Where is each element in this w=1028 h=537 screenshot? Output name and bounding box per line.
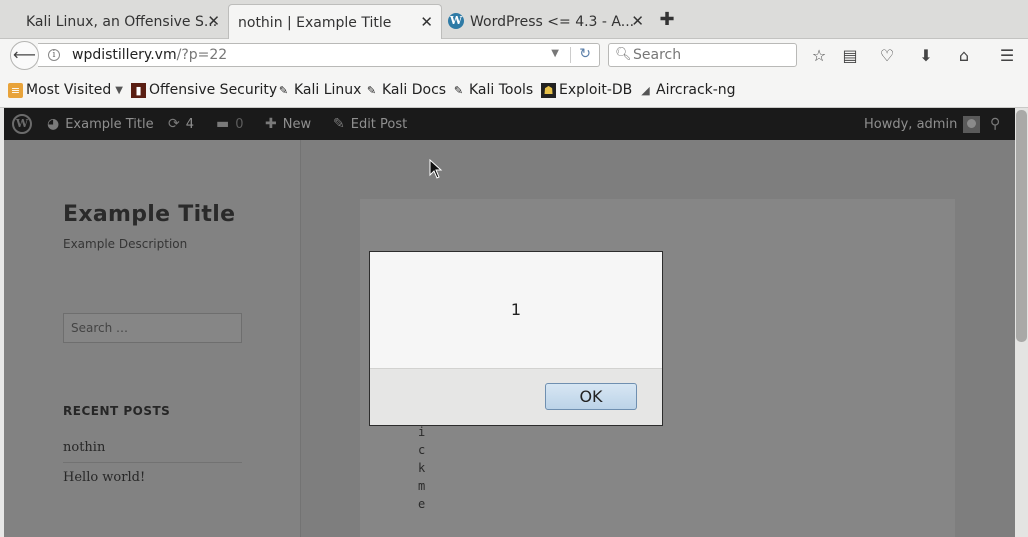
alert-dialog: 1 OK — [369, 251, 663, 426]
back-button[interactable]: ⟵ — [10, 41, 39, 70]
admin-bar-updates[interactable]: ⟳ 4 — [168, 108, 194, 140]
pocket-icon[interactable]: ♡ — [876, 45, 898, 67]
bookmark-label: Kali Linux — [294, 82, 362, 98]
bookmark-label: Exploit-DB — [559, 82, 633, 98]
bookmark-label: Offensive Security — [149, 82, 278, 98]
wordpress-logo-icon[interactable]: W — [12, 114, 32, 134]
new-tab-button[interactable]: ✚ — [656, 8, 678, 32]
tab-title: WordPress <= 4.3 - A... — [470, 13, 635, 30]
post-text-char: c — [418, 443, 426, 457]
site-title[interactable]: Example Title — [63, 202, 235, 227]
tab-title: Kali Linux, an Offensive S... — [26, 13, 218, 30]
most-visited-icon: ≡ — [8, 82, 23, 98]
close-icon[interactable]: ✕ — [631, 13, 644, 29]
recent-posts-heading: RECENT POSTS — [63, 404, 171, 418]
comments-count: 0 — [235, 116, 244, 132]
search-input[interactable]: 🔍︎ Search — [608, 43, 797, 67]
admin-bar-search[interactable]: ⚲ — [990, 108, 1000, 140]
search-placeholder: Search — [633, 47, 682, 63]
kali-dragon-icon: ✎ — [453, 83, 464, 97]
reload-icon[interactable]: ↻ — [579, 46, 591, 62]
tab-wordpress-exploit[interactable]: W WordPress <= 4.3 - A... ✕ — [442, 4, 652, 39]
updates-count: 4 — [185, 116, 195, 132]
post-text-char: k — [418, 461, 426, 475]
tab-title: nothin | Example Title — [238, 14, 392, 31]
chevron-down-icon: ▼ — [115, 84, 123, 96]
edit-post-label: Edit Post — [350, 116, 408, 132]
bookmark-kali-tools[interactable]: ✎ Kali Tools — [451, 81, 533, 99]
admin-bar-new[interactable]: ✚ New — [265, 108, 311, 140]
admin-bar-site-name[interactable]: ◕ Example Title — [47, 108, 154, 140]
back-arrow-icon: ⟵ — [13, 45, 36, 64]
sidebar: Example Title Example Description Search… — [4, 140, 301, 537]
kali-dragon-icon: ✎ — [278, 83, 289, 97]
page-scrollbar[interactable] — [1015, 108, 1028, 537]
recent-post-link[interactable]: nothin — [63, 440, 242, 463]
ok-button[interactable]: OK — [545, 383, 637, 410]
sidebar-search-input[interactable]: Search … — [63, 313, 242, 343]
dashboard-icon: ◕ — [47, 116, 60, 132]
recent-post-link[interactable]: Hello world! — [63, 470, 242, 485]
scrollbar-thumb[interactable] — [1016, 110, 1027, 342]
navigation-toolbar: i wpdistillery.vm/?p=22 ▼ ↻ ⟵ 🔍︎ Search … — [0, 39, 1028, 72]
bookmark-offensive-security[interactable]: ▮ Offensive Security — [131, 81, 277, 99]
bookmark-label: Aircrack-ng — [656, 82, 736, 98]
url-host: wpdistillery.vm — [72, 47, 177, 63]
tab-strip: Kali Linux, an Offensive S... ✕ nothin |… — [0, 0, 1028, 40]
updates-icon: ⟳ — [168, 116, 180, 132]
new-label: New — [282, 116, 312, 132]
divider — [570, 47, 571, 63]
url-path: /?p=22 — [176, 47, 228, 63]
post-text-char: e — [418, 497, 426, 511]
bookmark-label: Kali Docs — [382, 82, 447, 98]
bookmark-kali-docs[interactable]: ✎ Kali Docs — [364, 81, 446, 99]
menu-icon[interactable]: ☰ — [996, 45, 1018, 67]
bookmark-exploit-db[interactable]: ☗ Exploit-DB — [541, 81, 632, 99]
search-icon: ⚲ — [990, 116, 1001, 132]
info-icon[interactable]: i — [48, 49, 60, 61]
admin-bar-account[interactable]: Howdy, admin — [864, 108, 981, 140]
tab-kali-linux[interactable]: Kali Linux, an Offensive S... ✕ — [0, 4, 228, 39]
bookmark-most-visited[interactable]: ≡ Most Visited ▼ — [8, 81, 123, 99]
bookmark-aircrack-ng[interactable]: ◢ Aircrack-ng — [638, 81, 736, 99]
plus-icon: ✚ — [265, 116, 277, 132]
url-text[interactable]: wpdistillery.vm/?p=22 — [72, 47, 227, 63]
bookmarks-toolbar: ≡ Most Visited ▼ ▮ Offensive Security ✎ K… — [0, 72, 1028, 108]
post-text-char: m — [418, 479, 426, 493]
search-icon: 🔍︎ — [615, 47, 632, 62]
tab-nothin-example-title[interactable]: nothin | Example Title ✕ — [228, 4, 442, 40]
wp-admin-bar: W ◕ Example Title ⟳ 4 ▬ 0 ✚ New ✎ Edit P… — [4, 108, 1015, 140]
howdy-label: Howdy, admin — [864, 116, 958, 132]
kali-dragon-icon: ✎ — [366, 83, 377, 97]
close-icon[interactable]: ✕ — [207, 13, 220, 29]
admin-bar-comments[interactable]: ▬ 0 — [216, 108, 244, 140]
close-icon[interactable]: ✕ — [420, 14, 433, 30]
avatar — [963, 115, 981, 133]
reading-list-icon[interactable]: ▤ — [839, 45, 861, 67]
bookmark-kali-linux[interactable]: ✎ Kali Linux — [276, 81, 362, 99]
bookmark-label: Kali Tools — [469, 82, 534, 98]
offsec-icon: ▮ — [131, 82, 146, 98]
star-bookmark-icon[interactable]: ☆ — [808, 45, 830, 67]
alert-footer: OK — [370, 368, 662, 425]
url-bar[interactable]: i wpdistillery.vm/?p=22 ▼ ↻ — [38, 43, 600, 67]
exploitdb-icon: ☗ — [541, 82, 556, 98]
pencil-icon: ✎ — [333, 116, 345, 132]
mouse-cursor-icon — [429, 159, 443, 179]
comment-icon: ▬ — [216, 116, 230, 132]
admin-bar-edit-post[interactable]: ✎ Edit Post — [333, 108, 407, 140]
chevron-down-icon[interactable]: ▼ — [551, 48, 559, 59]
post-text-char: i — [418, 425, 426, 439]
site-description: Example Description — [63, 237, 188, 251]
site-name-label: Example Title — [65, 116, 154, 132]
wordpress-icon: W — [448, 13, 464, 29]
alert-message: 1 — [510, 300, 522, 319]
bookmark-label: Most Visited — [26, 82, 112, 98]
download-icon[interactable]: ⬇ — [915, 45, 937, 67]
aircrack-icon: ◢ — [641, 83, 650, 97]
home-icon[interactable]: ⌂ — [953, 45, 975, 67]
search-placeholder: Search … — [71, 321, 129, 335]
